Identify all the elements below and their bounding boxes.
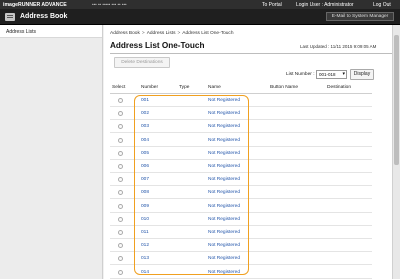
row-name-link[interactable]: Not Registered (208, 177, 240, 182)
title-bar: Address Book E-Mail to System Manager (0, 9, 400, 25)
device-host: ••• •• ••••• ••• •• ••• (92, 1, 127, 7)
scrollbar[interactable] (392, 25, 400, 279)
table-row: 007 Not Registered (110, 173, 372, 187)
row-select-radio[interactable] (118, 243, 123, 249)
row-select-radio[interactable] (118, 269, 123, 275)
row-select-radio[interactable] (118, 111, 123, 117)
chevron-down-icon: ▾ (342, 71, 345, 77)
header-name: Name (208, 85, 221, 90)
top-bar: imageRUNNER ADVANCE ••• •• ••••• ••• •• … (0, 0, 400, 9)
sidebar: Address Lists (0, 25, 103, 279)
breadcrumb-address-lists[interactable]: Address Lists (147, 31, 176, 36)
table-row: 014 Not Registered (110, 266, 372, 279)
sidebar-item-address-lists[interactable]: Address Lists (0, 25, 102, 38)
list-number-value: 001-018 (319, 72, 336, 77)
breadcrumb: Address Book > Address Lists > Address List … (110, 31, 234, 36)
row-number-link[interactable]: 013 (141, 256, 149, 261)
row-name-link[interactable]: Not Registered (208, 217, 240, 222)
display-button[interactable]: Display (350, 69, 374, 80)
row-select-radio[interactable] (118, 230, 123, 235)
delete-destinations-button[interactable]: Delete Destinations (114, 57, 170, 68)
email-system-manager-button[interactable]: E-Mail to System Manager (326, 12, 394, 21)
row-name-link[interactable]: Not Registered (208, 124, 240, 129)
row-name-link[interactable]: Not Registered (208, 230, 240, 235)
row-number-link[interactable]: 002 (141, 111, 149, 116)
row-number-link[interactable]: 004 (141, 138, 149, 143)
row-select-radio[interactable] (118, 216, 123, 222)
header-type: Type (179, 85, 190, 90)
header-button-name: Button Name (270, 85, 298, 90)
logout-link[interactable]: Log Out (373, 2, 391, 8)
row-select-radio[interactable] (118, 137, 123, 143)
table-row: 002 Not Registered (110, 107, 372, 121)
table-row: 005 Not Registered (110, 147, 372, 160)
table-row: 004 Not Registered (110, 134, 372, 147)
table-row: 008 Not Registered (110, 186, 372, 200)
table-row: 003 Not Registered (110, 120, 372, 134)
main-content: Address Book > Address Lists > Address List … (104, 25, 400, 279)
row-name-link[interactable]: Not Registered (208, 151, 240, 156)
row-select-radio[interactable] (118, 150, 123, 156)
row-name-link[interactable]: Not Registered (208, 256, 240, 261)
row-name-link[interactable]: Not Registered (208, 98, 240, 103)
row-name-link[interactable]: Not Registered (208, 111, 240, 116)
row-number-link[interactable]: 006 (141, 164, 149, 169)
row-number-link[interactable]: 007 (141, 177, 149, 182)
row-name-link[interactable]: Not Registered (208, 164, 240, 169)
row-select-radio[interactable] (118, 124, 123, 130)
table-row: 013 Not Registered (110, 252, 372, 266)
table-row: 001 Not Registered (110, 94, 372, 107)
page-title: Address List One-Touch (110, 41, 205, 50)
list-number-label: List Number : (286, 72, 315, 77)
header-destination: Destination (327, 85, 351, 90)
breadcrumb-current: Address List One-Touch (182, 31, 234, 36)
breadcrumb-separator: > (141, 31, 145, 36)
table-row: 009 Not Registered (110, 200, 372, 213)
row-number-link[interactable]: 008 (141, 190, 149, 195)
row-name-link[interactable]: Not Registered (208, 204, 240, 209)
table-row: 011 Not Registered (110, 226, 372, 239)
header-number: Number (141, 85, 159, 90)
row-number-link[interactable]: 010 (141, 217, 149, 222)
app-title: Address Book (20, 12, 68, 20)
table-header: Select Number Type Name Button Name Dest… (110, 82, 372, 94)
row-number-link[interactable]: 001 (141, 98, 149, 103)
brand-name: imageRUNNER ADVANCE (3, 1, 67, 8)
scrollbar-thumb[interactable] (394, 35, 399, 165)
table-row: 010 Not Registered (110, 213, 372, 226)
row-select-radio[interactable] (118, 203, 123, 209)
row-select-radio[interactable] (118, 98, 123, 103)
row-number-link[interactable]: 003 (141, 124, 149, 129)
row-select-radio[interactable] (118, 164, 123, 169)
table-row: 006 Not Registered (110, 160, 372, 173)
address-book-icon (5, 13, 15, 21)
row-number-link[interactable]: 011 (141, 230, 149, 235)
row-number-link[interactable]: 012 (141, 243, 149, 248)
row-name-link[interactable]: Not Registered (208, 270, 240, 275)
breadcrumb-address-book[interactable]: Address Book (110, 31, 140, 36)
row-number-link[interactable]: 009 (141, 204, 149, 209)
row-number-link[interactable]: 014 (141, 270, 149, 275)
header-select: Select (112, 85, 126, 90)
login-user-label: Login User : Administrator (296, 1, 354, 8)
table-row: 012 Not Registered (110, 239, 372, 253)
last-updated: Last Updated : 11/11 2015 9:09:05 AM (300, 44, 377, 49)
row-name-link[interactable]: Not Registered (208, 190, 240, 195)
row-name-link[interactable]: Not Registered (208, 243, 240, 248)
row-number-link[interactable]: 005 (141, 151, 149, 156)
to-portal-link[interactable]: To Portal (262, 2, 282, 8)
row-select-radio[interactable] (118, 190, 123, 196)
list-number-select[interactable]: 001-018 ▾ (316, 70, 347, 79)
row-select-radio[interactable] (118, 256, 123, 262)
row-select-radio[interactable] (118, 177, 123, 183)
title-divider (110, 53, 400, 54)
row-name-link[interactable]: Not Registered (208, 138, 240, 143)
